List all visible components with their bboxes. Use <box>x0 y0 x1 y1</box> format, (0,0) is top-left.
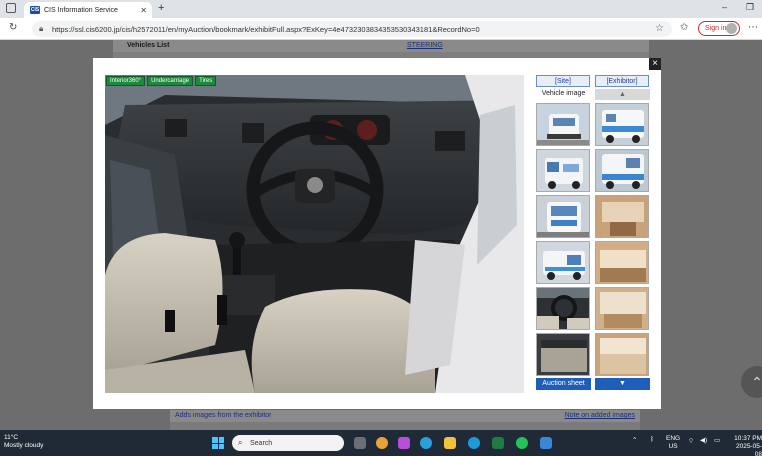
clock-date: 2025-05-08 <box>735 443 762 456</box>
tag-interior-360[interactable]: Interior360° <box>106 76 146 86</box>
browser-tab[interactable]: CIS CIS Information Service ✕ <box>24 2 152 18</box>
battery-icon[interactable]: ▭ <box>714 436 720 444</box>
windows-taskbar: 11°C Mostly cloudy ⌕ Search ⌃ ᛒ ENG US ⌔… <box>0 430 762 456</box>
minimize-icon[interactable]: – <box>722 2 727 12</box>
search-icon: ⌕ <box>238 438 243 447</box>
app-icon[interactable] <box>540 437 552 449</box>
chrome-icon[interactable] <box>376 437 388 449</box>
modal-close-button[interactable]: × <box>649 58 661 70</box>
edge-icon[interactable] <box>468 437 480 449</box>
thumbnail-scroll-up-button[interactable]: ▲ <box>595 89 650 100</box>
whatsapp-icon[interactable] <box>516 437 528 449</box>
tray-overflow-icon[interactable]: ⌃ <box>632 436 637 444</box>
weather-temp: 11°C <box>4 434 19 441</box>
tag-undercarriage[interactable]: Undercarriage <box>147 76 194 86</box>
thumbnail-exhibitor-6[interactable] <box>595 333 649 376</box>
favorites-icon[interactable]: ✩ <box>680 22 688 33</box>
new-tab-button[interactable]: + <box>158 2 164 14</box>
lang-region: US <box>668 443 678 450</box>
vehicle-image-label: Vehicle image <box>541 90 586 97</box>
telegram-icon[interactable] <box>420 437 432 449</box>
address-bar[interactable]: 🔒︎ https://ssl.cis6200.jp/cis/h2572011/e… <box>32 21 672 37</box>
sign-in-button[interactable]: Sign in <box>698 21 740 36</box>
thumbnail-exhibitor-1[interactable] <box>595 103 649 146</box>
thumbnail-site-1[interactable] <box>536 103 590 146</box>
avatar <box>726 23 737 34</box>
lang-code: ENG <box>666 435 681 442</box>
vehicles-list-header: Vehicles List STEERING <box>113 40 649 52</box>
thumbnail-scroll-down-button[interactable]: ▼ <box>595 378 650 390</box>
browser-tab-bar: CIS CIS Information Service ✕ + – ❐ <box>0 0 762 18</box>
photo-category-tags: Interior360° Undercarriage Tires <box>106 76 217 86</box>
tab-close-icon[interactable]: ✕ <box>140 6 147 15</box>
main-vehicle-photo[interactable] <box>105 75 524 393</box>
clock-time: 10:37 PM <box>734 435 762 442</box>
excel-icon[interactable] <box>492 437 504 449</box>
thumbnail-exhibitor-4[interactable] <box>595 241 649 284</box>
thumbnail-site-4[interactable] <box>536 241 590 284</box>
windows-start-icon[interactable] <box>212 437 224 449</box>
browser-nav-bar: ↻ 🔒︎ https://ssl.cis6200.jp/cis/h2572011… <box>0 18 762 40</box>
tag-tires[interactable]: Tires <box>195 76 217 86</box>
wifi-icon[interactable]: ⌔ <box>688 436 694 445</box>
thumbnail-exhibitor-3[interactable] <box>595 195 649 238</box>
exhibitor-images-tab[interactable]: [Exhibitor] <box>595 75 649 87</box>
volume-icon[interactable]: ◀) <box>700 436 707 444</box>
copilot-icon[interactable] <box>398 437 410 449</box>
steering-link[interactable]: STEERING <box>407 42 443 49</box>
maximize-icon[interactable]: ❐ <box>746 2 754 13</box>
cis-favicon-icon: CIS <box>30 6 40 14</box>
thumbnail-site-6[interactable] <box>536 333 590 376</box>
vehicles-list-label: Vehicles List <box>127 42 170 49</box>
weather-widget[interactable]: 11°C Mostly cloudy <box>4 434 43 450</box>
tab-title: CIS Information Service <box>44 6 118 14</box>
language-indicator[interactable]: ENG US <box>666 435 680 451</box>
file-explorer-icon[interactable] <box>444 437 456 449</box>
taskbar-search-box[interactable]: ⌕ Search <box>232 435 344 451</box>
added-images-bar: Adds images from the exhibitor Note on a… <box>170 410 640 422</box>
more-menu-icon[interactable]: ⋯ <box>748 22 758 33</box>
site-images-tab[interactable]: [Site] <box>536 75 590 87</box>
thumbnail-site-3[interactable] <box>536 195 590 238</box>
thumbnail-site-5[interactable] <box>536 287 590 330</box>
note-added-images-link[interactable]: Note on added images <box>565 412 635 419</box>
added-images-label: Adds images from the exhibitor <box>175 412 272 419</box>
system-clock[interactable]: 10:37 PM 2025-05-08 <box>730 435 762 456</box>
thumbnail-strip <box>170 422 640 430</box>
search-placeholder: Search <box>250 439 273 447</box>
bluetooth-icon[interactable]: ᛒ <box>650 436 654 443</box>
favorite-star-icon[interactable]: ☆ <box>655 23 664 34</box>
sign-in-label: Sign in <box>705 25 727 32</box>
thumbnail-exhibitor-2[interactable] <box>595 149 649 192</box>
url-text: https://ssl.cis6200.jp/cis/h2572011/en/m… <box>52 24 480 34</box>
auction-sheet-button[interactable]: Auction sheet <box>536 378 591 390</box>
thumbnail-site-2[interactable] <box>536 149 590 192</box>
tab-actions-icon[interactable] <box>6 3 16 13</box>
weather-condition: Mostly cloudy <box>4 442 44 449</box>
reload-icon[interactable]: ↻ <box>9 22 17 33</box>
thumbnail-exhibitor-5[interactable] <box>595 287 649 330</box>
task-view-icon[interactable] <box>354 437 366 449</box>
lock-icon[interactable]: 🔒︎ <box>39 24 43 34</box>
